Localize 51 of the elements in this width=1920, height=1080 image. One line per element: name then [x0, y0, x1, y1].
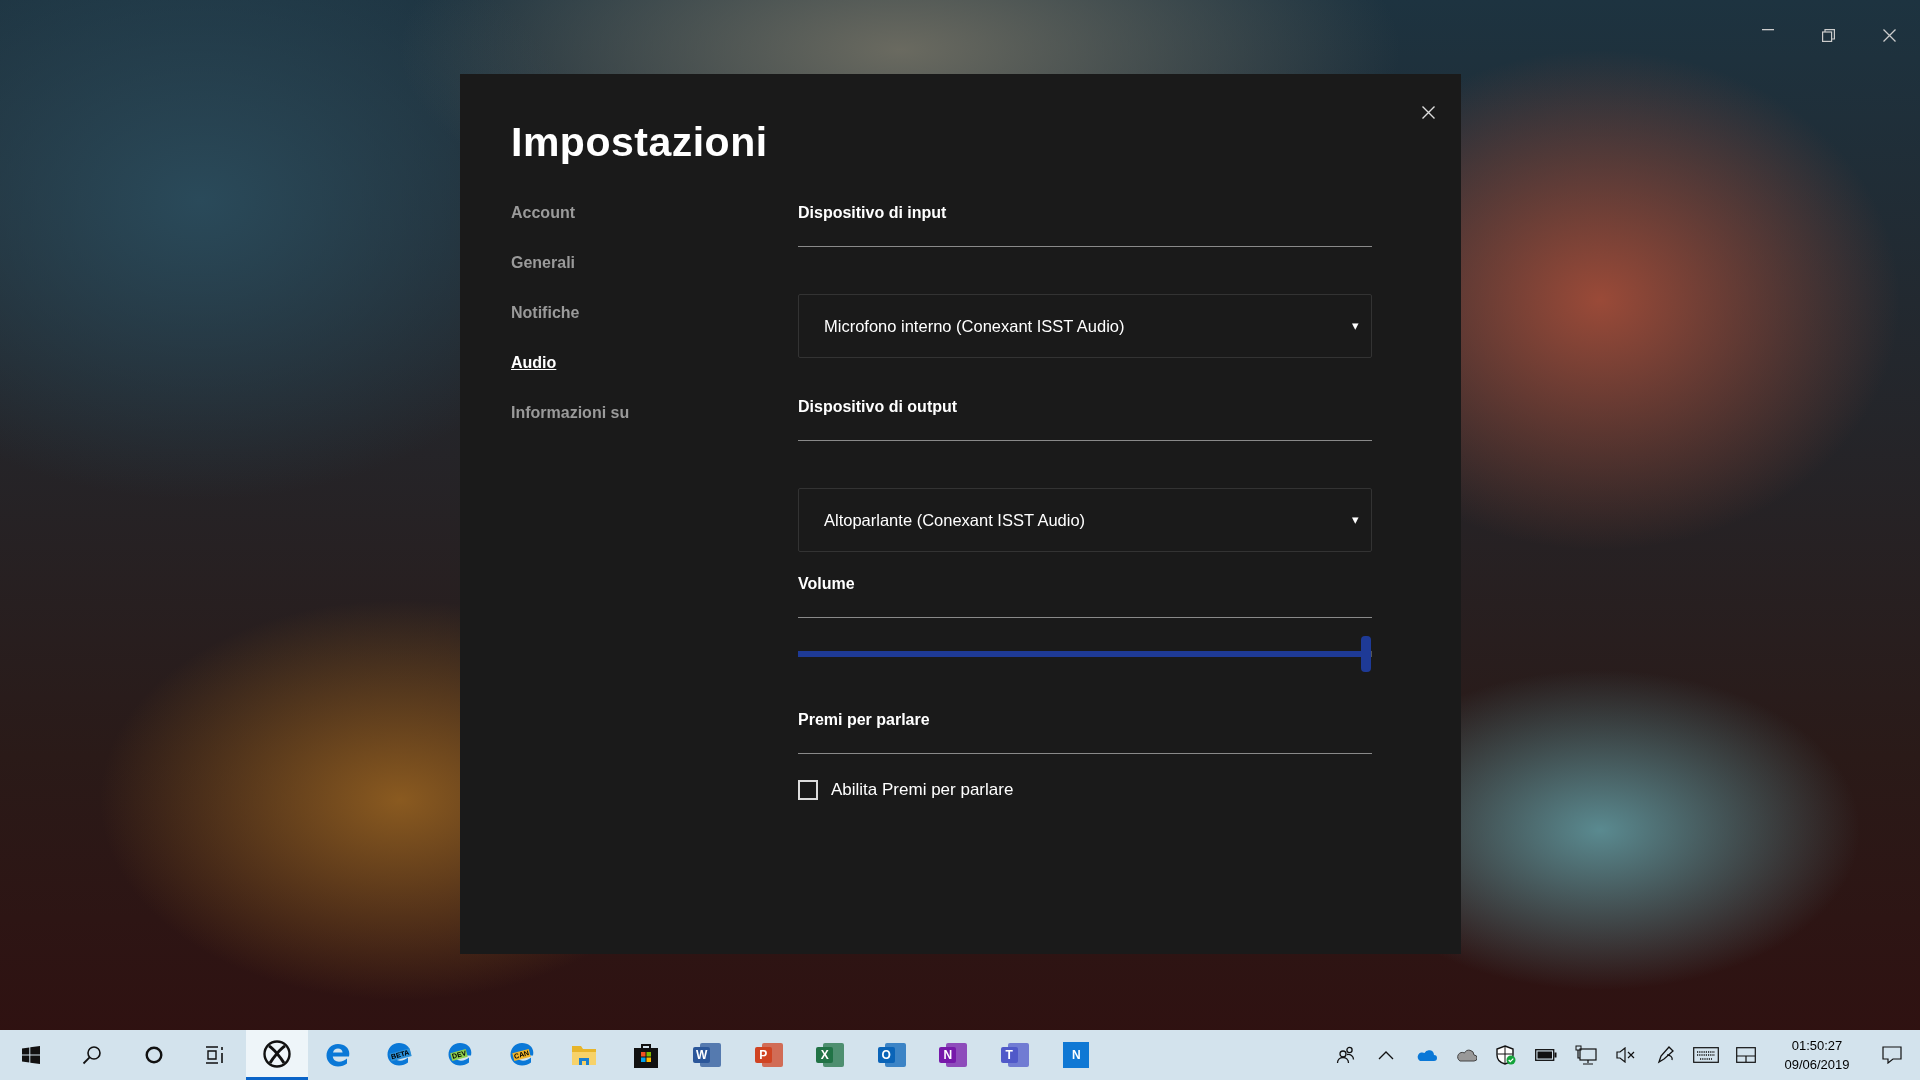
- volume-slider-thumb[interactable]: [1361, 636, 1372, 673]
- cloud-icon: [1455, 1048, 1477, 1062]
- folder-icon: [571, 1043, 598, 1067]
- nav-link[interactable]: Informazioni su: [511, 403, 630, 423]
- taskbar-app-button[interactable]: [246, 1030, 308, 1080]
- store-bag-icon: [633, 1042, 658, 1068]
- taskbar-app-button[interactable]: N: [922, 1030, 984, 1080]
- section-heading: Premi per parlare: [798, 710, 930, 730]
- close-icon: [1422, 106, 1435, 119]
- task-view-icon: [205, 1046, 226, 1064]
- pen-icon: [1656, 1045, 1676, 1065]
- nav-link[interactable]: Audio: [511, 353, 557, 373]
- taskbar-app-button[interactable]: N: [1045, 1030, 1107, 1080]
- nav-link[interactable]: Generali: [511, 253, 576, 273]
- device-dropdown[interactable]: Altoparlante (Conexant ISST Audio) ▾: [798, 488, 1372, 553]
- circle-icon: [144, 1046, 163, 1064]
- device-dropdown[interactable]: Microfono interno (Conexant ISST Audio) ▾: [798, 294, 1372, 359]
- notification-icon: [1882, 1046, 1902, 1064]
- taskbar-app-button[interactable]: W: [676, 1030, 738, 1080]
- section-heading: Volume: [798, 574, 855, 594]
- caret-icon: ▾: [1352, 510, 1359, 530]
- dialog-title: Impostazioni: [511, 120, 769, 166]
- taskbar-app-button[interactable]: P: [738, 1030, 800, 1080]
- tablet-mode-icon: [1736, 1047, 1756, 1063]
- checkbox[interactable]: [798, 779, 818, 800]
- restore-icon[interactable]: [1822, 29, 1835, 42]
- clock[interactable]: 01:50:27 09/06/2019: [1774, 1036, 1860, 1074]
- taskbar-app-button[interactable]: O: [861, 1030, 923, 1080]
- cloud-icon: [1415, 1048, 1437, 1062]
- section-heading: Dispositivo di input: [798, 203, 947, 223]
- network-icon: [1575, 1045, 1597, 1065]
- windows-logo-icon: [21, 1046, 40, 1064]
- caret-icon: ▾: [1352, 316, 1359, 336]
- checkbox-label: Abilita Premi per parlare: [831, 779, 1014, 802]
- keyboard-icon: [1693, 1047, 1719, 1063]
- taskbar-app-button[interactable]: T: [984, 1030, 1046, 1080]
- close-icon[interactable]: [1883, 29, 1896, 42]
- nav-link[interactable]: Account: [511, 203, 575, 223]
- nav-link[interactable]: Notifiche: [511, 303, 580, 323]
- people-icon: [1336, 1046, 1356, 1064]
- section-heading: Dispositivo di output: [798, 397, 958, 417]
- xbox-logo-icon: [262, 1039, 291, 1068]
- edge-browser-icon: [325, 1042, 352, 1068]
- battery-icon: [1535, 1049, 1557, 1061]
- app-tile-icon: N: [1063, 1042, 1090, 1068]
- search-icon: [82, 1045, 103, 1065]
- shield-icon: [1496, 1045, 1516, 1065]
- chevron-up-icon: [1378, 1050, 1394, 1060]
- minimize-icon[interactable]: [1762, 29, 1774, 31]
- speaker-muted-icon: [1616, 1047, 1636, 1063]
- taskbar-app-button[interactable]: X: [799, 1030, 861, 1080]
